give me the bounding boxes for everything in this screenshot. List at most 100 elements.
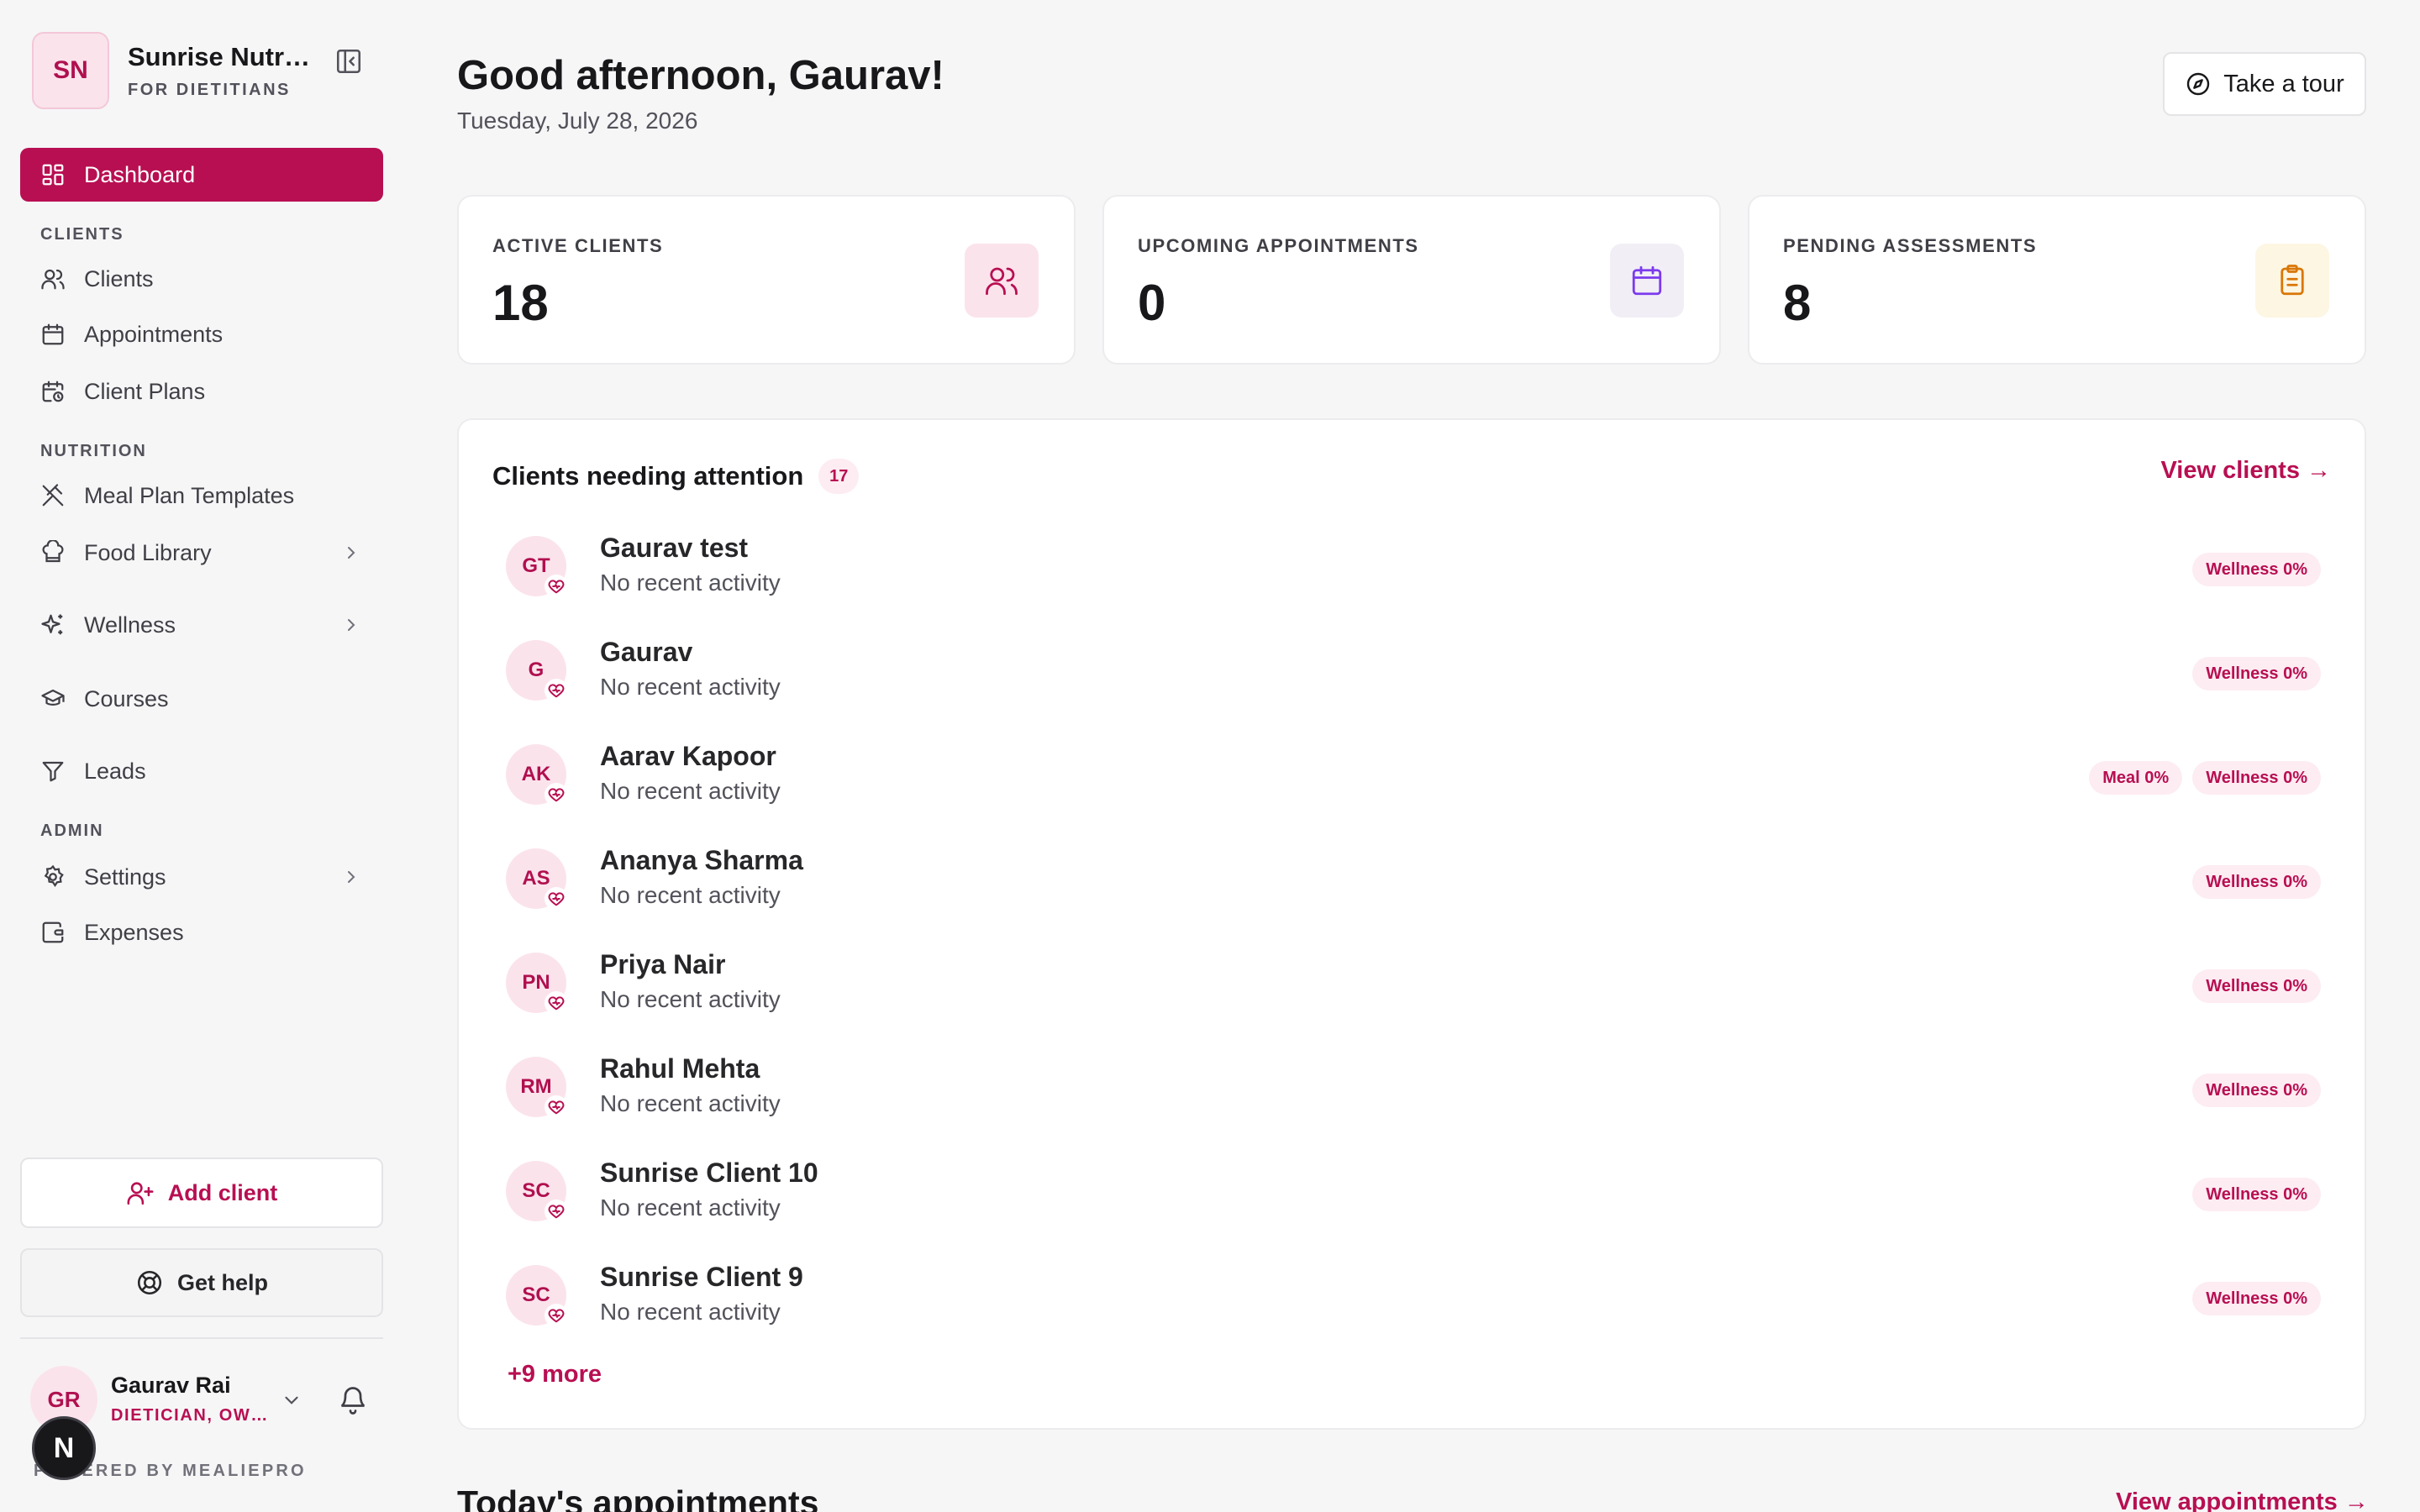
- stat-icon-box: [965, 244, 1039, 318]
- panel-title: Clients needing attention 17: [492, 459, 860, 494]
- user-plus-icon: [127, 1182, 154, 1205]
- compass-icon: [2187, 72, 2210, 96]
- list-item[interactable]: AK Aarav Kapoor No recent activity Meal 0% W…: [506, 731, 2321, 823]
- chevron-right-icon: [348, 619, 355, 631]
- client-tags: Wellness 0%: [2192, 553, 2321, 586]
- view-clients-link[interactable]: View clients →: [2160, 457, 2331, 485]
- divider: [20, 1337, 383, 1339]
- list-item[interactable]: SC Sunrise Client 9 No recent activity Well…: [506, 1252, 2321, 1344]
- sidebar-item-label: Courses: [84, 685, 169, 711]
- heart-pulse-icon: [544, 1304, 568, 1327]
- section-clients: CLIENTS: [40, 225, 124, 244]
- stat-card-active-clients[interactable]: ACTIVE CLIENTS 18: [457, 195, 1076, 365]
- client-name: Gaurav test: [600, 533, 749, 563]
- status-badge: Wellness 0%: [2192, 761, 2321, 795]
- sidebar-item-wellness[interactable]: Wellness: [20, 598, 383, 652]
- todays-appointments-title: Today's appointments: [457, 1483, 819, 1512]
- graduation-cap-icon: [41, 689, 65, 706]
- status-badge: Wellness 0%: [2192, 553, 2321, 586]
- status-badge: Meal 0%: [2089, 761, 2183, 795]
- brand-logo: SN: [32, 32, 109, 109]
- sidebar-item-appointments[interactable]: Appointments: [20, 307, 383, 361]
- client-tags: Wellness 0%: [2192, 657, 2321, 690]
- list-item[interactable]: AS Ananya Sharma No recent activity Wellnes…: [506, 835, 2321, 927]
- sidebar-item-label: Expenses: [84, 919, 184, 945]
- stat-label: PENDING ASSESSMENTS: [1783, 235, 2038, 256]
- client-name: Gaurav: [600, 637, 693, 667]
- add-client-button[interactable]: Add client: [20, 1158, 383, 1228]
- chevron-right-icon: [348, 547, 355, 559]
- list-item[interactable]: GT Gaurav test No recent activity Wellness …: [506, 522, 2321, 615]
- calendar-icon: [1632, 265, 1662, 296]
- client-name: Ananya Sharma: [600, 845, 803, 875]
- sidebar-item-settings[interactable]: Settings: [20, 850, 383, 904]
- client-tags: Wellness 0%: [2192, 1074, 2321, 1107]
- floating-dev-badge[interactable]: N: [32, 1416, 96, 1480]
- heart-pulse-icon: [544, 1200, 568, 1223]
- page-date: Tuesday, July 28, 2026: [457, 108, 698, 134]
- clients-attention-panel: Clients needing attention 17 View client…: [457, 418, 2366, 1430]
- client-status: No recent activity: [600, 570, 781, 596]
- section-nutrition: NUTRITION: [40, 442, 147, 460]
- list-item[interactable]: SC Sunrise Client 10 No recent activity Wel…: [506, 1147, 2321, 1240]
- client-status: No recent activity: [600, 1299, 781, 1325]
- take-tour-label: Take a tour: [2223, 70, 2344, 97]
- heart-pulse-icon: [544, 679, 568, 702]
- brand-text: Sunrise Nutr… FOR DIETITIANS: [128, 42, 310, 100]
- client-tags: Meal 0% Wellness 0%: [2089, 761, 2321, 795]
- add-client-label: Add client: [167, 1179, 278, 1205]
- take-tour-button[interactable]: Take a tour: [2163, 52, 2366, 116]
- client-tags: Wellness 0%: [2192, 1178, 2321, 1211]
- sidebar: SN Sunrise Nutr… FOR DIETITIANS Dashboar…: [0, 0, 403, 1512]
- list-item[interactable]: RM Rahul Mehta No recent activity Wellness …: [506, 1043, 2321, 1136]
- sidebar-item-leads[interactable]: Leads: [20, 744, 383, 798]
- calendar-icon: [42, 323, 64, 345]
- sidebar-item-courses[interactable]: Courses: [20, 672, 383, 726]
- stat-card-upcoming-appointments[interactable]: UPCOMING APPOINTMENTS 0: [1102, 195, 1721, 365]
- sidebar-item-label: Dashboard: [84, 161, 196, 187]
- stat-value: 8: [1783, 275, 1812, 331]
- client-tags: Wellness 0%: [2192, 865, 2321, 899]
- more-clients-link[interactable]: +9 more: [508, 1361, 602, 1389]
- user-name[interactable]: Gaurav Rai: [111, 1373, 231, 1399]
- chevron-down-icon[interactable]: [281, 1389, 302, 1411]
- sidebar-item-clients[interactable]: Clients: [20, 252, 383, 306]
- brand[interactable]: SN Sunrise Nutr… FOR DIETITIANS: [32, 32, 310, 109]
- sidebar-item-meal-plan-templates[interactable]: Meal Plan Templates: [20, 469, 383, 522]
- client-status: No recent activity: [600, 778, 781, 804]
- client-tags: Wellness 0%: [2192, 969, 2321, 1003]
- client-status: No recent activity: [600, 882, 781, 908]
- bell-icon[interactable]: [338, 1384, 368, 1415]
- sidebar-item-client-plans[interactable]: Client Plans: [20, 365, 383, 418]
- life-buoy-icon: [137, 1270, 162, 1295]
- users-icon: [986, 267, 1018, 296]
- chevron-right-icon: [348, 871, 355, 883]
- view-appointments-link[interactable]: View appointments →: [2116, 1488, 2369, 1512]
- status-badge: Wellness 0%: [2192, 1282, 2321, 1315]
- sidebar-item-food-library[interactable]: Food Library: [20, 526, 383, 580]
- status-badge: Wellness 0%: [2192, 1178, 2321, 1211]
- sidebar-item-dashboard[interactable]: Dashboard: [20, 148, 383, 202]
- sidebar-collapse-icon[interactable]: [334, 47, 363, 76]
- stat-card-pending-assessments[interactable]: PENDING ASSESSMENTS 8: [1748, 195, 2366, 365]
- status-badge: Wellness 0%: [2192, 865, 2321, 899]
- list-item[interactable]: G Gaurav No recent activity Wellness 0%: [506, 627, 2321, 719]
- sidebar-item-label: Wellness: [84, 612, 176, 638]
- client-name: Sunrise Client 10: [600, 1158, 818, 1188]
- list-item[interactable]: PN Priya Nair No recent activity Wellness 0…: [506, 939, 2321, 1032]
- get-help-button[interactable]: Get help: [20, 1248, 383, 1317]
- brand-name: Sunrise Nutr…: [128, 41, 311, 71]
- heart-pulse-icon: [544, 991, 568, 1015]
- wallet-icon: [42, 921, 64, 943]
- client-tags: Wellness 0%: [2192, 1282, 2321, 1315]
- sidebar-item-expenses[interactable]: Expenses: [20, 906, 383, 959]
- filter-icon: [42, 761, 64, 782]
- sidebar-item-label: Leads: [84, 758, 146, 784]
- status-badge: Wellness 0%: [2192, 1074, 2321, 1107]
- stat-label: ACTIVE CLIENTS: [492, 235, 664, 256]
- utensils-crossed-icon: [42, 484, 64, 507]
- client-name: Rahul Mehta: [600, 1053, 760, 1084]
- section-admin: ADMIN: [40, 822, 104, 840]
- sidebar-item-label: Appointments: [84, 321, 224, 347]
- calendar-clock-icon: [42, 381, 64, 402]
